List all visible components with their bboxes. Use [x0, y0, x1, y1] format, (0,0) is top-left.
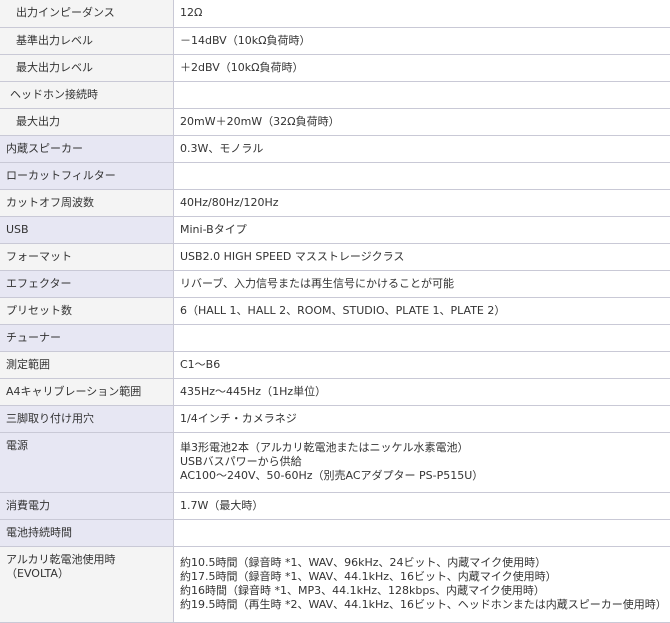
row-value: 6（HALL 1、HALL 2、ROOM、STUDIO、PLATE 1、PLAT…: [174, 297, 670, 324]
row-label: A4キャリブレーション範囲: [0, 378, 174, 405]
row-label: 最大出力: [0, 108, 174, 135]
table-row: 三脚取り付け用穴 1/4インチ・カメラネジ: [0, 405, 670, 432]
row-label: 内蔵スピーカー: [0, 135, 174, 162]
row-value-multiline: 単3形電池2本（アルカリ乾電池またはニッケル水素電池） USBバスパワーから供給…: [174, 432, 670, 492]
row-value: リバーブ、入力信号または再生信号にかけることが可能: [174, 270, 670, 297]
row-value: 1.7W（最大時）: [174, 492, 670, 519]
row-value: C1～B6: [174, 351, 670, 378]
row-label: エフェクター: [0, 270, 174, 297]
value-line: 単3形電池2本（アルカリ乾電池またはニッケル水素電池）: [180, 441, 664, 455]
row-label: 電源: [0, 432, 174, 492]
table-row: 消費電力 1.7W（最大時）: [0, 492, 670, 519]
table-row: 測定範囲 C1～B6: [0, 351, 670, 378]
value-line: 約19.5時間（再生時 *2、WAV、44.1kHz、16ビット、ヘッドホンまた…: [180, 598, 664, 612]
value-line: 約10.5時間（録音時 *1、WAV、96kHz、24ビット、内蔵マイク使用時）: [180, 556, 664, 570]
row-value: [174, 162, 670, 189]
row-label: ローカットフィルター: [0, 162, 174, 189]
row-label: 消費電力: [0, 492, 174, 519]
row-value: 20mW＋20mW（32Ω負荷時）: [174, 108, 670, 135]
table-row: 電源 単3形電池2本（アルカリ乾電池またはニッケル水素電池） USBバスパワーか…: [0, 432, 670, 492]
row-label: 基準出力レベル: [0, 27, 174, 54]
row-label: 最大出力レベル: [0, 54, 174, 81]
row-value: 40Hz/80Hz/120Hz: [174, 189, 670, 216]
row-value: 0.3W、モノラル: [174, 135, 670, 162]
row-value: [174, 324, 670, 351]
table-row: フォーマット USB2.0 HIGH SPEED マスストレージクラス: [0, 243, 670, 270]
spec-table: 出力インピーダンス 12Ω 基準出力レベル －14dBV（10kΩ負荷時） 最大…: [0, 0, 670, 623]
table-row: 出力インピーダンス 12Ω: [0, 0, 670, 27]
row-label: カットオフ周波数: [0, 189, 174, 216]
table-row: A4キャリブレーション範囲 435Hz～445Hz（1Hz単位）: [0, 378, 670, 405]
row-value: [174, 519, 670, 546]
table-row: 最大出力レベル ＋2dBV（10kΩ負荷時）: [0, 54, 670, 81]
table-row: チューナー: [0, 324, 670, 351]
value-line: AC100～240V、50-60Hz（別売ACアダプター PS-P515U）: [180, 469, 664, 483]
row-label-multiline: アルカリ乾電池使用時 （EVOLTA）: [0, 546, 174, 622]
row-value-multiline: 約10.5時間（録音時 *1、WAV、96kHz、24ビット、内蔵マイク使用時）…: [174, 546, 670, 622]
table-row: 最大出力 20mW＋20mW（32Ω負荷時）: [0, 108, 670, 135]
table-row: アルカリ乾電池使用時 （EVOLTA） 約10.5時間（録音時 *1、WAV、9…: [0, 546, 670, 622]
table-row: USB Mini-Bタイプ: [0, 216, 670, 243]
row-label: フォーマット: [0, 243, 174, 270]
table-row: 内蔵スピーカー 0.3W、モノラル: [0, 135, 670, 162]
row-value: ＋2dBV（10kΩ負荷時）: [174, 54, 670, 81]
table-row: エフェクター リバーブ、入力信号または再生信号にかけることが可能: [0, 270, 670, 297]
row-value: 435Hz～445Hz（1Hz単位）: [174, 378, 670, 405]
row-value: －14dBV（10kΩ負荷時）: [174, 27, 670, 54]
row-value: Mini-Bタイプ: [174, 216, 670, 243]
value-line: USBバスパワーから供給: [180, 455, 664, 469]
table-row: プリセット数 6（HALL 1、HALL 2、ROOM、STUDIO、PLATE…: [0, 297, 670, 324]
row-value: [174, 81, 670, 108]
value-line: 約17.5時間（録音時 *1、WAV、44.1kHz、16ビット、内蔵マイク使用…: [180, 570, 664, 584]
row-label: 出力インピーダンス: [0, 0, 174, 27]
row-label: ヘッドホン接続時: [0, 81, 174, 108]
table-row: カットオフ周波数 40Hz/80Hz/120Hz: [0, 189, 670, 216]
value-line: 約16時間（録音時 *1、MP3、44.1kHz、128kbps、内蔵マイク使用…: [180, 584, 664, 598]
row-label: チューナー: [0, 324, 174, 351]
row-label: 三脚取り付け用穴: [0, 405, 174, 432]
table-row: 電池持続時間: [0, 519, 670, 546]
row-label: USB: [0, 216, 174, 243]
row-label: アルカリ乾電池使用時: [6, 553, 167, 567]
table-row: ローカットフィルター: [0, 162, 670, 189]
table-row: 基準出力レベル －14dBV（10kΩ負荷時）: [0, 27, 670, 54]
row-value: USB2.0 HIGH SPEED マスストレージクラス: [174, 243, 670, 270]
row-value: 12Ω: [174, 0, 670, 27]
row-label: プリセット数: [0, 297, 174, 324]
row-value: 1/4インチ・カメラネジ: [174, 405, 670, 432]
row-label: 電池持続時間: [0, 519, 174, 546]
row-label: 測定範囲: [0, 351, 174, 378]
table-row: ヘッドホン接続時: [0, 81, 670, 108]
row-label-sub: （EVOLTA）: [6, 567, 167, 581]
